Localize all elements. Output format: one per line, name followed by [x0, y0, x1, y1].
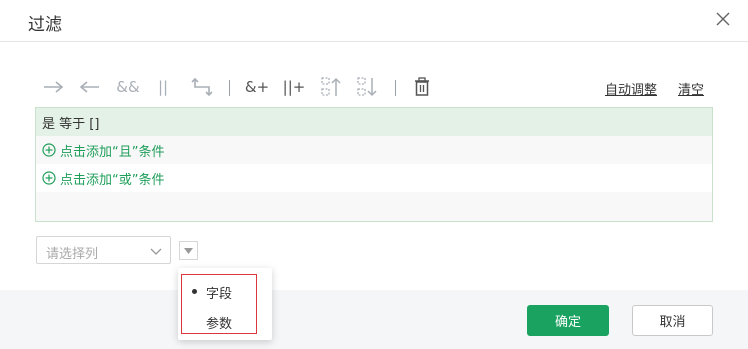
toolbar-divider: [395, 80, 396, 96]
auto-adjust-link[interactable]: 自动调整: [605, 79, 657, 98]
ok-button[interactable]: 确定: [527, 305, 609, 336]
menu-item-field[interactable]: 字段: [206, 283, 232, 302]
move-up-button[interactable]: [319, 74, 343, 100]
close-button[interactable]: [712, 8, 734, 30]
or-label: ||: [157, 78, 169, 96]
filter-toolbar: && || &+ ||+ 自动调整 清空: [40, 74, 712, 100]
selected-bullet-icon: [192, 289, 197, 294]
dialog-title: 过滤: [28, 15, 62, 35]
arrow-left-icon: [79, 81, 99, 93]
close-icon: [716, 12, 730, 26]
dialog-header: 过滤: [0, 0, 748, 42]
swap-icon: [191, 77, 213, 97]
type-dropdown-button[interactable]: [179, 241, 198, 260]
empty-row: [36, 192, 712, 221]
column-select-placeholder: 请选择列: [46, 247, 99, 262]
condition-text: 是 等于 []: [42, 116, 100, 132]
add-or-label: ||+: [282, 78, 306, 96]
trash-icon: [415, 77, 429, 96]
toolbar-divider: [229, 80, 230, 96]
column-select[interactable]: 请选择列: [36, 236, 171, 264]
swap-button[interactable]: [190, 74, 214, 100]
add-and-label: &+: [244, 78, 270, 96]
clear-link[interactable]: 清空: [678, 79, 704, 98]
filter-condition-panel: 是 等于 [] 点击添加“且”条件 点击添加“或”条件: [35, 107, 713, 222]
add-and-condition-link[interactable]: 点击添加“且”条件: [36, 136, 712, 164]
menu-item-parameter[interactable]: 参数: [206, 313, 232, 332]
add-or-condition-link[interactable]: 点击添加“或”条件: [36, 164, 712, 192]
indent-left-button[interactable]: [79, 74, 101, 100]
add-or-button[interactable]: ||+: [282, 74, 306, 100]
filter-dialog: 过滤 && || &+ ||+ 自动调整 清空 是 等于 [] 点击添加“且”条…: [0, 0, 748, 349]
cancel-button[interactable]: 取消: [632, 305, 713, 336]
add-or-condition-label: 点击添加“或”条件: [60, 172, 165, 188]
plus-circle-icon: [42, 171, 56, 185]
indent-right-button[interactable]: [42, 74, 64, 100]
move-up-icon: [321, 77, 341, 96]
add-and-condition-label: 点击添加“且”条件: [60, 144, 165, 160]
arrow-right-icon: [44, 81, 64, 93]
or-button[interactable]: ||: [152, 74, 174, 100]
move-down-button[interactable]: [355, 74, 379, 100]
add-and-button[interactable]: &+: [245, 74, 269, 100]
chevron-down-icon: [150, 248, 162, 255]
move-down-icon: [357, 77, 377, 97]
caret-down-icon: [184, 247, 193, 254]
plus-circle-icon: [42, 143, 56, 157]
delete-button[interactable]: [411, 74, 433, 100]
condition-row[interactable]: 是 等于 []: [36, 108, 712, 136]
and-label: &&: [116, 78, 140, 96]
and-button[interactable]: &&: [116, 74, 140, 100]
type-dropdown-menu: 字段 参数: [178, 268, 272, 340]
